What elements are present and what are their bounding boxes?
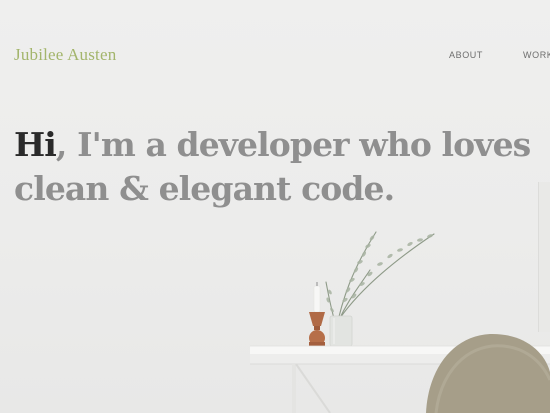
hero-headline-line-1: Hi, I'm a developer who loves <box>14 123 550 167</box>
site-header: Jubilee Austen ABOUT WORK <box>0 0 550 110</box>
vase-icon <box>329 315 353 347</box>
plant-icon <box>325 231 435 331</box>
candle-holder-icon <box>309 312 325 346</box>
nav-link-about[interactable]: ABOUT <box>449 50 483 60</box>
hero-headline-line-2: clean & elegant code. <box>14 169 395 208</box>
hero-headline: Hi, I'm a developer who loves clean & el… <box>14 123 550 213</box>
nav-link-work[interactable]: WORK <box>523 50 550 60</box>
site-logo-link[interactable]: Jubilee Austen <box>14 45 116 65</box>
main-nav: ABOUT WORK <box>449 50 550 64</box>
candle-icon <box>313 282 321 313</box>
hero-greeting: Hi <box>14 125 57 164</box>
hero-intro-text: , I'm a developer who loves <box>55 125 531 164</box>
